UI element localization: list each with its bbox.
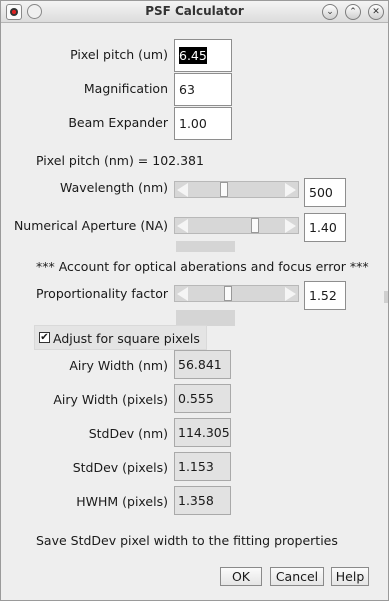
square-pixels-checkbox-row[interactable]: ✔ Adjust for square pixels bbox=[34, 325, 207, 350]
beam-expander-input[interactable]: 1.00 bbox=[174, 107, 232, 140]
slider-left-arrow-icon[interactable] bbox=[177, 219, 188, 233]
stddev-nm-label: StdDev (nm) bbox=[88, 426, 168, 441]
slider-left-arrow-icon[interactable] bbox=[177, 287, 188, 301]
ok-button[interactable]: OK bbox=[220, 567, 262, 586]
wavelength-slider[interactable] bbox=[174, 181, 299, 198]
pixel-pitch-um-input[interactable]: 6.45 bbox=[174, 39, 232, 72]
proportionality-slider[interactable] bbox=[174, 285, 299, 302]
minimize-icon[interactable]: ⌄ bbox=[322, 4, 338, 20]
beam-expander-label: Beam Expander bbox=[68, 115, 168, 130]
pixel-pitch-um-value: 6.45 bbox=[179, 47, 207, 64]
psf-calculator-window: PSF Calculator ⌄ ⌃ ✕ Pixel pitch (um) 6.… bbox=[0, 0, 389, 601]
numerical-aperture-input[interactable]: 1.40 bbox=[304, 213, 346, 242]
pixel-pitch-um-label: Pixel pitch (um) bbox=[70, 47, 168, 62]
slider-stub bbox=[176, 310, 235, 326]
magnification-input[interactable]: 63 bbox=[174, 73, 232, 106]
airy-width-nm-value: 56.841 bbox=[174, 350, 231, 379]
maximize-icon[interactable]: ⌃ bbox=[345, 4, 361, 20]
close-icon[interactable]: ✕ bbox=[368, 4, 384, 20]
magnification-label: Magnification bbox=[83, 81, 168, 96]
stddev-pixels-value: 1.153 bbox=[174, 452, 231, 481]
resize-grip[interactable] bbox=[384, 291, 388, 303]
airy-width-pixels-value: 0.555 bbox=[174, 384, 231, 413]
help-button[interactable]: Help bbox=[331, 567, 369, 586]
pixel-pitch-nm-readout: Pixel pitch (nm) = 102.381 bbox=[36, 153, 204, 168]
stddev-nm-value: 114.305 bbox=[174, 418, 231, 447]
slider-left-arrow-icon[interactable] bbox=[177, 183, 188, 197]
proportionality-label: Proportionality factor bbox=[36, 286, 168, 301]
numerical-aperture-label: Numerical Aperture (NA) bbox=[13, 218, 168, 233]
wavelength-label: Wavelength (nm) bbox=[60, 180, 168, 195]
save-stddev-note: Save StdDev pixel width to the fitting p… bbox=[36, 533, 338, 548]
proportionality-slider-thumb[interactable] bbox=[223, 286, 232, 301]
hwhm-pixels-value: 1.358 bbox=[174, 486, 231, 515]
airy-width-nm-label: Airy Width (nm) bbox=[69, 358, 168, 373]
wavelength-input[interactable]: 500 bbox=[304, 178, 346, 207]
slider-right-arrow-icon[interactable] bbox=[285, 287, 296, 301]
slider-stub bbox=[176, 241, 235, 252]
aberration-notice: *** Account for optical aberations and f… bbox=[36, 259, 369, 274]
hwhm-pixels-label: HWHM (pixels) bbox=[76, 494, 168, 509]
square-pixels-label: Adjust for square pixels bbox=[53, 331, 200, 346]
slider-right-arrow-icon[interactable] bbox=[285, 183, 296, 197]
wavelength-slider-thumb[interactable] bbox=[220, 182, 229, 197]
square-pixels-checkbox[interactable]: ✔ bbox=[39, 332, 50, 343]
numerical-aperture-slider[interactable] bbox=[174, 217, 299, 234]
slider-right-arrow-icon[interactable] bbox=[285, 219, 296, 233]
airy-width-pixels-label: Airy Width (pixels) bbox=[53, 392, 168, 407]
stddev-pixels-label: StdDev (pixels) bbox=[72, 460, 168, 475]
title-bar[interactable]: PSF Calculator ⌄ ⌃ ✕ bbox=[1, 1, 388, 23]
proportionality-input[interactable]: 1.52 bbox=[304, 281, 346, 310]
cancel-button[interactable]: Cancel bbox=[270, 567, 324, 586]
numerical-aperture-slider-thumb[interactable] bbox=[250, 218, 259, 233]
